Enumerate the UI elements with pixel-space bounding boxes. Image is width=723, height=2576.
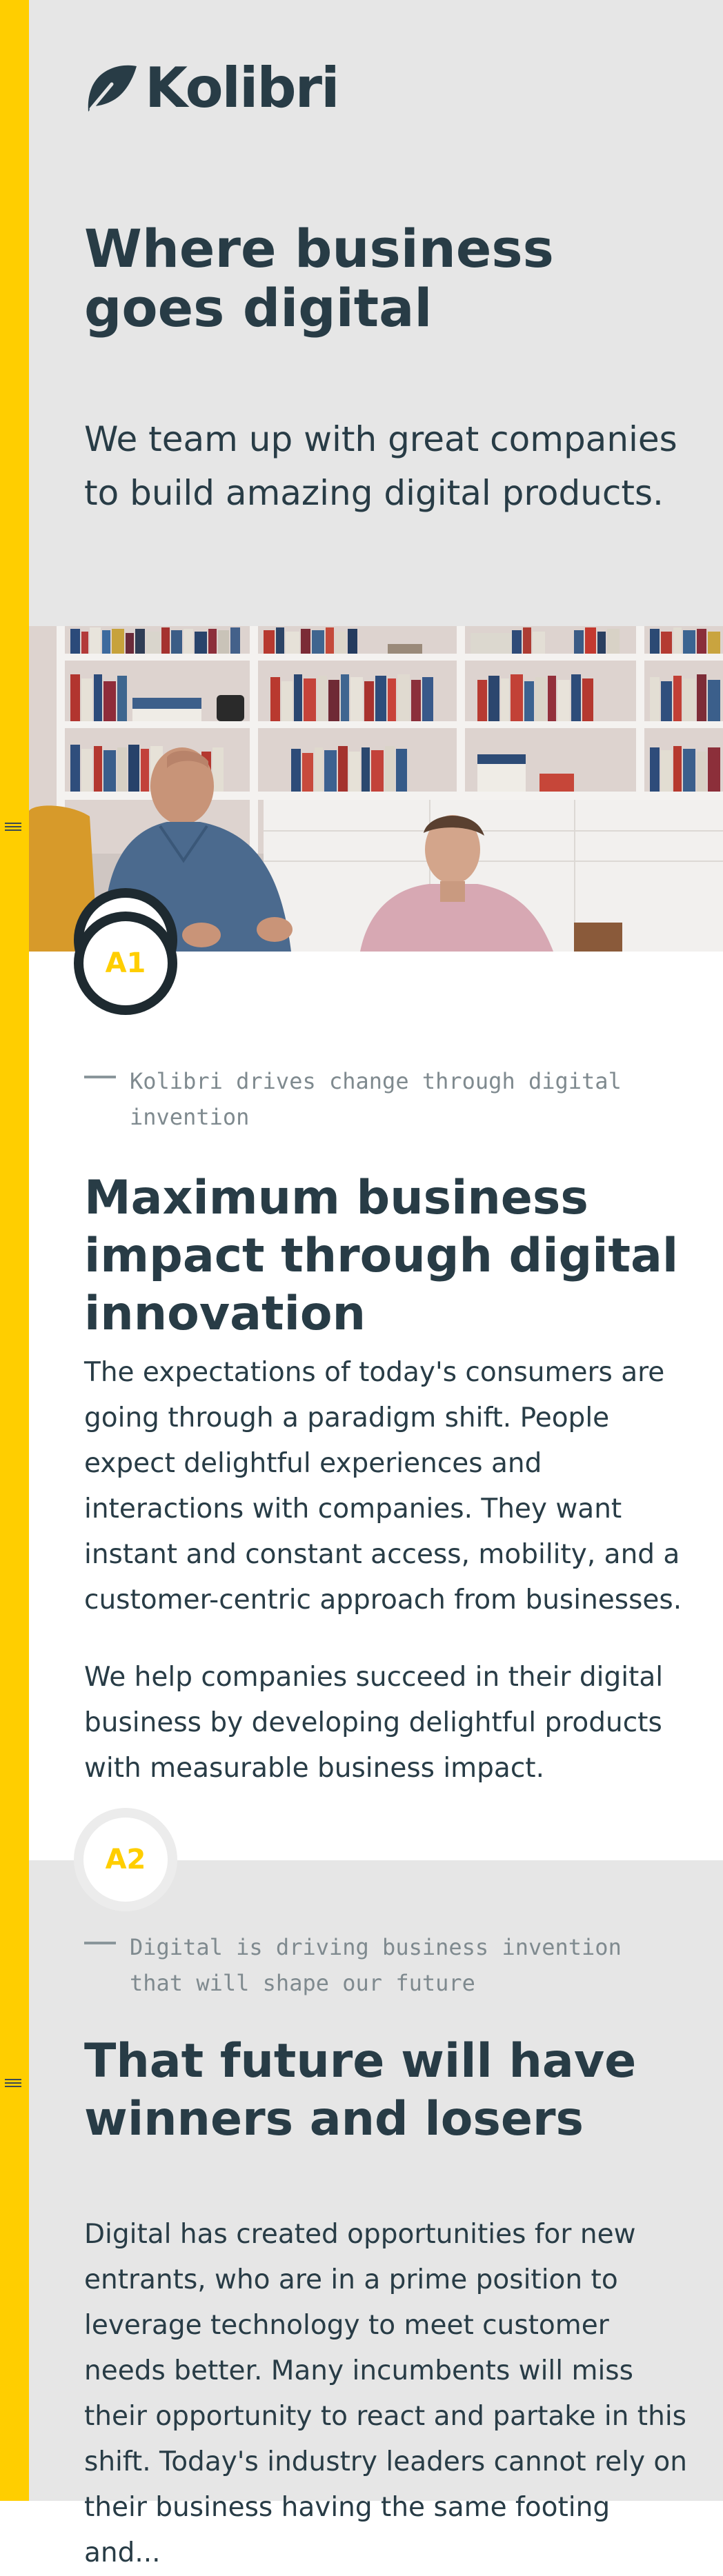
section-title: Maximum business impact through digital … <box>84 1171 679 1341</box>
brand-logo[interactable]: Kolibri <box>84 56 340 120</box>
section-badge-label: A2 <box>105 1844 146 1875</box>
hamburger-menu-icon[interactable] <box>5 2077 21 2089</box>
hero-photo <box>29 626 723 952</box>
section-badge: A1 <box>74 912 177 1015</box>
hero-subtitle: We team up with great companies to build… <box>84 419 677 513</box>
section-title: That future will have winners and losers <box>84 2034 637 2146</box>
kolibri-leaf-logo-icon <box>88 65 137 112</box>
section-paragraph: The expectations of today's consumers ar… <box>84 1357 682 1616</box>
side-rail <box>0 0 29 2501</box>
section-kicker: Digital is driving business invention th… <box>84 1929 682 2001</box>
section-badge: A2 <box>74 1808 177 1911</box>
dash-icon <box>84 1942 116 1944</box>
section-paragraph: We help companies succeed in their digit… <box>84 1662 664 1784</box>
section-kicker-text: Kolibri drives change through digital in… <box>130 1068 622 1130</box>
section-kicker-text: Digital is driving business invention th… <box>130 1934 622 1996</box>
brand-name: Kolibri <box>145 56 340 120</box>
hero-title: Where business goes digital <box>84 218 554 339</box>
section-paragraph: Digital has created opportunities for ne… <box>84 2219 687 2568</box>
section-kicker: Kolibri drives change through digital in… <box>84 1063 682 1135</box>
hamburger-menu-icon[interactable] <box>5 821 21 833</box>
section-badge-label: A1 <box>105 947 146 979</box>
dash-icon <box>84 1076 116 1078</box>
hero-section: Kolibri Where business goes digital We t… <box>29 0 723 626</box>
section-a1: A1 Kolibri drives change through digital… <box>29 912 723 1860</box>
section-a2: A2 Digital is driving business invention… <box>29 1808 723 2568</box>
